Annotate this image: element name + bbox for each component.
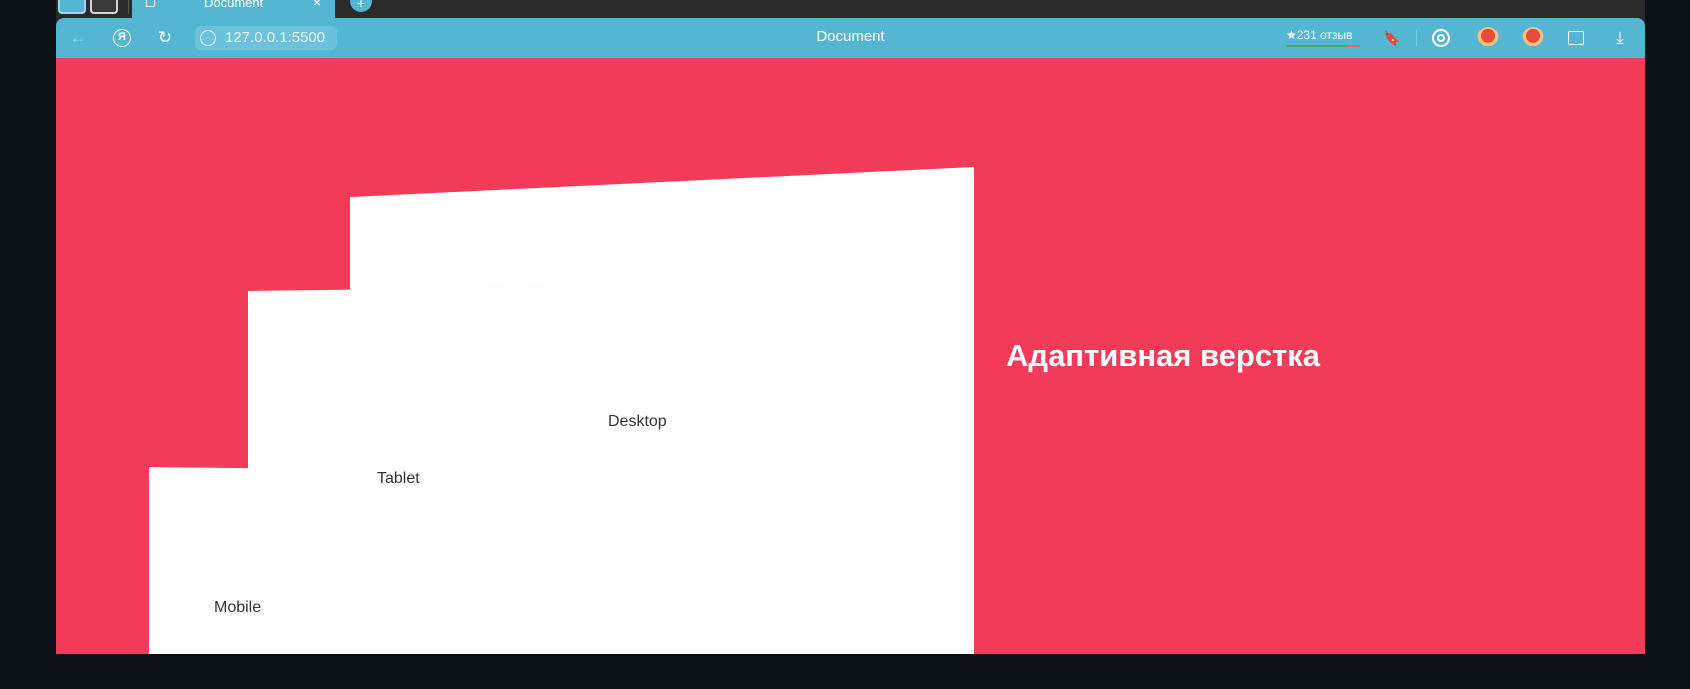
yandex-icon: Я [113, 29, 131, 47]
tablet-label: Tablet [377, 470, 420, 487]
tab-group-icon[interactable] [58, 0, 86, 14]
rating-text: ★231 отзыв [1286, 28, 1353, 42]
download-icon[interactable]: ⤓ [1608, 26, 1632, 50]
reviews-rating[interactable]: ★231 отзыв [1286, 28, 1360, 47]
collections-icon[interactable] [1564, 26, 1588, 50]
reload-icon[interactable]: ↻ [153, 26, 177, 50]
mobile-mockup [149, 467, 325, 654]
rating-bar-positive [1286, 45, 1346, 47]
tab-divider [128, 0, 129, 14]
page-icon [146, 0, 155, 7]
browser-toolbar: ← Я ↻ 127.0.0.1:5500 Document ★231 отзыв… [56, 18, 1645, 58]
yandex-button[interactable]: Я [110, 26, 134, 50]
toolbar-divider [1416, 30, 1417, 46]
page-headline: Адаптивная верстка [1006, 338, 1320, 373]
close-icon[interactable]: × [313, 0, 321, 10]
mobile-label: Mobile [214, 599, 262, 616]
tab-document[interactable]: Document × [132, 0, 335, 18]
page-viewport: Desktop Tablet Mobile Адаптивная верстка [56, 58, 1645, 654]
back-icon[interactable]: ← [66, 26, 90, 50]
site-info-icon[interactable] [200, 30, 216, 46]
url-text[interactable]: 127.0.0.1:5500 [225, 29, 325, 46]
desktop-label: Desktop [608, 413, 667, 430]
browser-window: Document × + ← Я ↻ 127.0.0.1:5500 Docume… [56, 0, 1645, 654]
rating-bar-negative [1346, 45, 1360, 47]
extension-icon-2[interactable] [1522, 27, 1544, 49]
address-bar[interactable]: 127.0.0.1:5500 [195, 26, 337, 50]
tab-strip: Document × + [56, 0, 1645, 18]
tab-title: Document [204, 0, 264, 10]
new-tab-button[interactable]: + [350, 0, 372, 12]
tab-list-icon[interactable] [90, 0, 118, 14]
alice-icon[interactable] [1429, 26, 1453, 50]
bookmark-icon[interactable]: 🔖 [1380, 26, 1404, 50]
extension-icon[interactable] [1477, 27, 1499, 49]
